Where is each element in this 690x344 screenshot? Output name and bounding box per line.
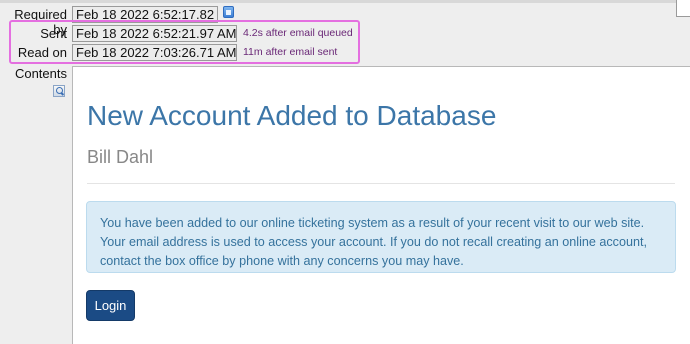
sent-label: Sent: [40, 26, 67, 41]
info-alert: You have been added to our online ticket…: [86, 201, 676, 273]
calendar-icon[interactable]: [223, 6, 234, 18]
read-on-field[interactable]: Feb 18 2022 7:03:26.71 AM: [72, 44, 237, 61]
top-strip: [0, 0, 690, 3]
login-button[interactable]: Login: [86, 290, 135, 321]
adjacent-field[interactable]: [676, 0, 690, 17]
contents-label: Contents: [14, 66, 67, 81]
divider: [87, 183, 675, 184]
sent-field[interactable]: Feb 18 2022 6:52:21.97 AM: [72, 25, 237, 42]
email-recipient-name: Bill Dahl: [87, 147, 154, 167]
read-on-label: Read on: [17, 45, 67, 60]
info-message: You have been added to our online ticket…: [100, 216, 647, 268]
zoom-icon[interactable]: [53, 85, 65, 97]
sent-note: 4.2s after email queued: [243, 27, 353, 39]
email-preview-panel: New Account Added to Database Bill Dahl …: [72, 66, 690, 344]
read-on-note: 11m after email sent: [243, 46, 338, 58]
email-title: New Account Added to Database: [87, 100, 497, 131]
